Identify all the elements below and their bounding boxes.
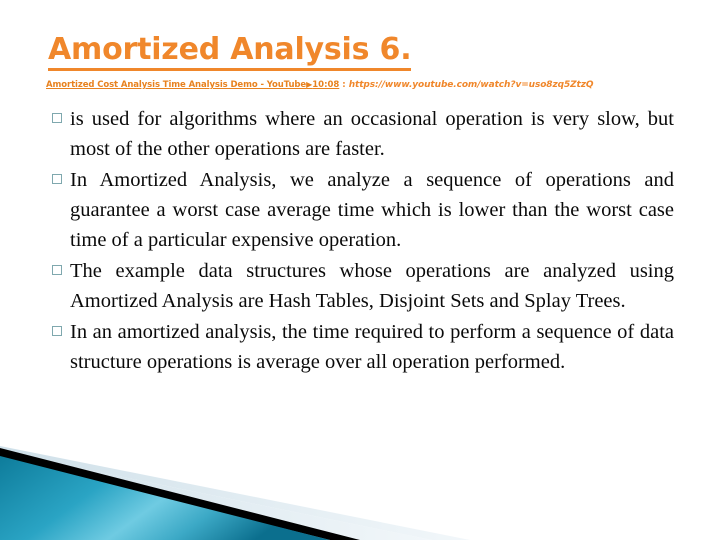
list-item-text: In an amortized analysis, the time requi… bbox=[70, 321, 674, 373]
hollow-square-bullet-icon bbox=[52, 326, 62, 336]
black-diagonal-band bbox=[0, 448, 360, 540]
title-block: Amortized Analysis 6. bbox=[48, 33, 688, 71]
list-item: In Amortized Analysis, we analyze a sequ… bbox=[50, 165, 674, 255]
list-item: is used for algorithms where an occasion… bbox=[50, 104, 674, 164]
hollow-square-bullet-icon bbox=[52, 174, 62, 184]
pale-blue-wedge bbox=[0, 452, 432, 540]
bullet-list: is used for algorithms where an occasion… bbox=[50, 104, 674, 377]
list-item: The example data structures whose operat… bbox=[50, 256, 674, 316]
reference-link-line: Amortized Cost Analysis Time Analysis De… bbox=[46, 79, 706, 91]
slide-canvas: Amortized Analysis 6. Amortized Cost Ana… bbox=[0, 0, 720, 540]
youtube-url[interactable]: https://www.youtube.com/watch?v=uso8zq5Z… bbox=[349, 80, 594, 90]
list-item-text: is used for algorithms where an occasion… bbox=[70, 108, 674, 160]
list-item: In an amortized analysis, the time requi… bbox=[50, 317, 674, 377]
list-item-text: In Amortized Analysis, we analyze a sequ… bbox=[70, 169, 674, 251]
hollow-square-bullet-icon bbox=[52, 265, 62, 275]
separator-colon: : bbox=[342, 80, 346, 90]
pale-blue-wedge-extension bbox=[0, 446, 470, 540]
video-duration: 10:08 bbox=[312, 80, 340, 90]
bottom-left-decoration bbox=[0, 446, 470, 540]
teal-gradient-wedge bbox=[0, 456, 330, 540]
youtube-link-title[interactable]: Amortized Cost Analysis Time Analysis De… bbox=[46, 80, 306, 90]
hollow-square-bullet-icon bbox=[52, 113, 62, 123]
list-item-text: The example data structures whose operat… bbox=[70, 260, 674, 312]
page-title: Amortized Analysis 6. bbox=[48, 33, 412, 71]
